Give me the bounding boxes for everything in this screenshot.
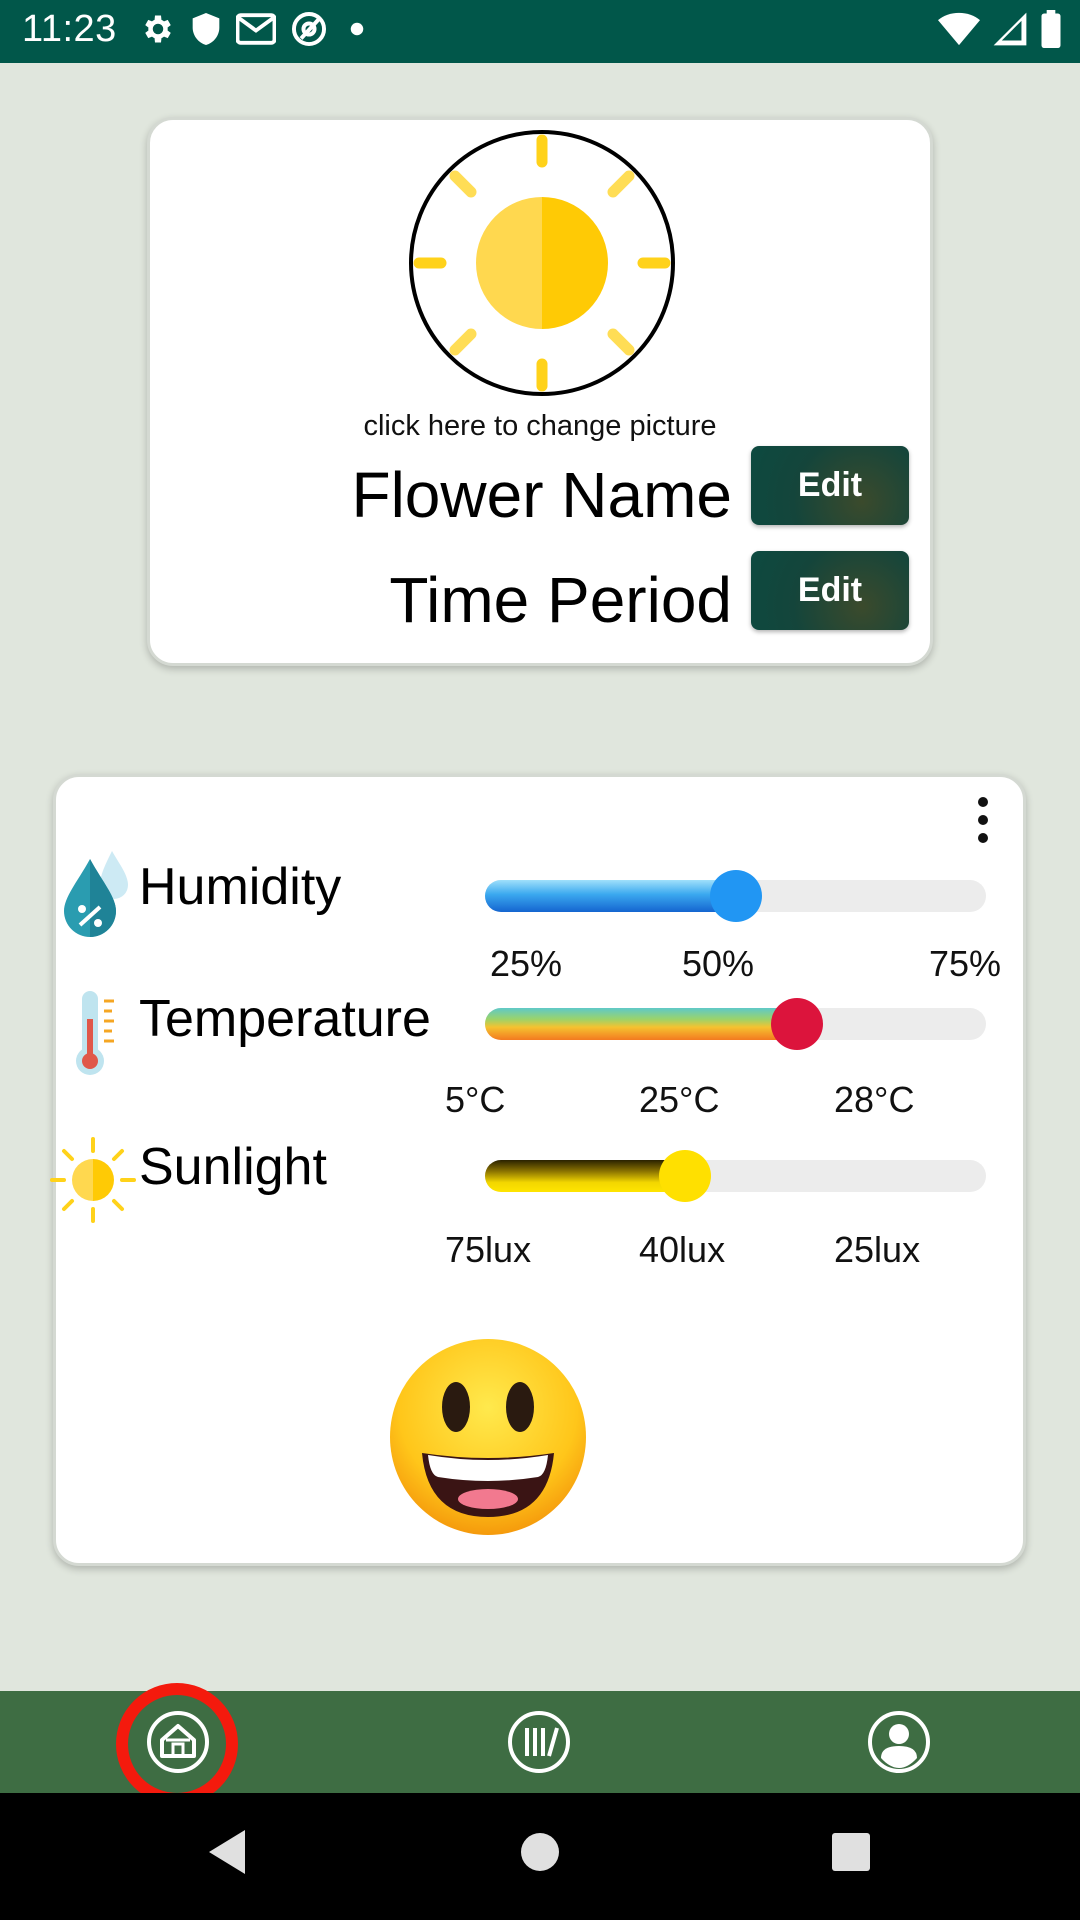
edit-time-period-button[interactable]: Edit <box>751 551 909 630</box>
humidity-drop-icon <box>64 851 128 937</box>
sunlight-label: Sunlight <box>139 1138 327 1196</box>
humidity-tick-mid: 50% <box>682 943 755 984</box>
sun-small-icon <box>50 1137 136 1223</box>
smiling-face-icon <box>390 1339 586 1535</box>
shield-icon <box>192 13 220 45</box>
sunlight-slider-thumb[interactable] <box>659 1150 711 1202</box>
nav-history[interactable] <box>479 1691 599 1793</box>
humidity-tick-min: 25% <box>490 943 563 984</box>
status-time: 11:23 <box>22 8 117 50</box>
sunlight-slider-fill <box>485 1160 685 1192</box>
sensor-card: Humidity 25% 50% 75% Temperature 5°C 25°… <box>50 774 1026 1566</box>
sunlight-tick-mid: 40lux <box>639 1229 726 1270</box>
at-sign-icon <box>291 11 327 47</box>
profile-icon <box>868 1711 930 1773</box>
temperature-label: Temperature <box>139 990 431 1048</box>
flower-profile-card: click here to change picture Flower Name… <box>147 117 933 666</box>
history-icon <box>508 1711 570 1773</box>
humidity-slider[interactable] <box>485 870 986 922</box>
wifi-icon <box>938 12 980 46</box>
humidity-label: Humidity <box>139 858 342 916</box>
dot-icon <box>350 22 364 36</box>
temperature-slider-fill <box>485 1008 797 1040</box>
temperature-tick-min: 5°C <box>445 1079 506 1120</box>
edit-flower-name-button[interactable]: Edit <box>751 446 909 525</box>
status-icons-left <box>140 10 372 48</box>
time-period: Time Period <box>389 564 732 636</box>
status-icons-right <box>938 10 1062 48</box>
home-circle-icon[interactable] <box>520 1826 560 1878</box>
gmail-icon <box>236 13 276 45</box>
temperature-tick-mid: 25°C <box>639 1079 720 1120</box>
status-bar: 11:23 <box>0 0 1080 63</box>
battery-icon <box>1041 10 1061 48</box>
recents-icon[interactable] <box>830 1826 872 1878</box>
temperature-slider[interactable] <box>485 998 986 1050</box>
sunlight-tick-min: 75lux <box>445 1229 532 1270</box>
sunlight-slider[interactable] <box>485 1150 986 1202</box>
thermometer-icon <box>76 991 114 1075</box>
signal-icon <box>993 12 1027 46</box>
flower-name: Flower Name <box>351 459 732 531</box>
humidity-slider-fill <box>485 880 735 912</box>
back-icon[interactable] <box>205 1826 249 1878</box>
humidity-tick-max: 75% <box>929 943 1002 984</box>
sunlight-tick-max: 25lux <box>834 1229 921 1270</box>
change-picture-hint[interactable]: click here to change picture <box>150 410 930 443</box>
temperature-slider-thumb[interactable] <box>771 998 823 1050</box>
nav-profile[interactable] <box>839 1691 959 1793</box>
more-vertical-icon[interactable] <box>973 797 993 847</box>
flower-picture[interactable] <box>409 130 675 396</box>
temperature-tick-max: 28°C <box>834 1079 915 1120</box>
sun-icon <box>413 134 671 392</box>
system-navigation-bar <box>0 1793 1080 1920</box>
gear-icon <box>145 15 171 43</box>
selected-nav-highlight <box>116 1683 238 1805</box>
humidity-slider-thumb[interactable] <box>710 870 762 922</box>
